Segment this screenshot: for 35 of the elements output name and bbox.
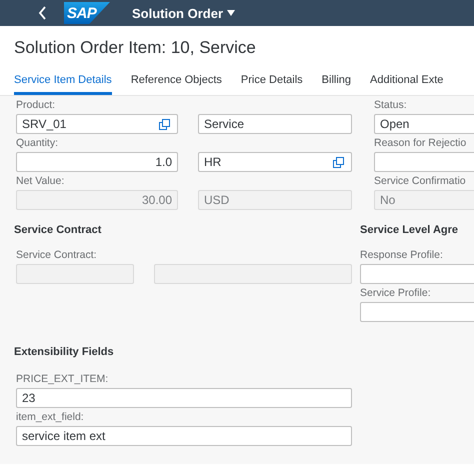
section-heading: Service Level Agre xyxy=(360,224,460,236)
field-label: Quantity: xyxy=(16,137,60,150)
field-label: Status: xyxy=(374,99,408,112)
input-field[interactable] xyxy=(360,264,474,284)
input-field[interactable]: 23 xyxy=(16,388,352,408)
input-field[interactable]: Open xyxy=(374,114,474,134)
value-help-icon[interactable] xyxy=(159,118,170,130)
page-title: Solution Order Item: 10, Service xyxy=(13,37,257,59)
field-label: Service Profile: xyxy=(360,287,432,300)
field-label: Product: xyxy=(16,99,56,112)
back-icon[interactable] xyxy=(38,6,48,20)
section-heading: Service Contract xyxy=(14,224,102,236)
input-field[interactable]: Service xyxy=(198,114,352,134)
section-heading: Extensibility Fields xyxy=(14,346,115,358)
input-field[interactable] xyxy=(374,152,474,172)
field-label: Reason for Rejectio xyxy=(374,137,468,150)
caret-icon xyxy=(227,10,235,16)
field-label: Service Contract: xyxy=(16,249,98,262)
tab[interactable]: Price Details xyxy=(240,74,303,95)
field-label: Service Confirmatio xyxy=(374,175,467,188)
field-label: item_ext_field: xyxy=(16,411,85,424)
tab[interactable]: Billing xyxy=(322,74,352,95)
field-label: PRICE_EXT_ITEM: xyxy=(16,373,110,386)
input-field[interactable] xyxy=(360,302,474,322)
app-title-menu[interactable]: Solution Order xyxy=(132,6,235,20)
value-help-icon[interactable] xyxy=(333,156,344,168)
input-field[interactable]: 1.0 xyxy=(16,152,178,172)
input-field[interactable]: service item ext xyxy=(16,426,352,446)
field-label: Net Value: xyxy=(16,175,66,188)
field-label: Response Profile: xyxy=(360,249,444,262)
tab[interactable]: Reference Objects xyxy=(130,74,222,95)
input-field[interactable]: SRV_01 xyxy=(16,114,178,134)
logo: SAP xyxy=(64,2,110,24)
input-field[interactable]: HR xyxy=(198,152,352,172)
tab[interactable]: Additional Exte xyxy=(370,74,444,95)
